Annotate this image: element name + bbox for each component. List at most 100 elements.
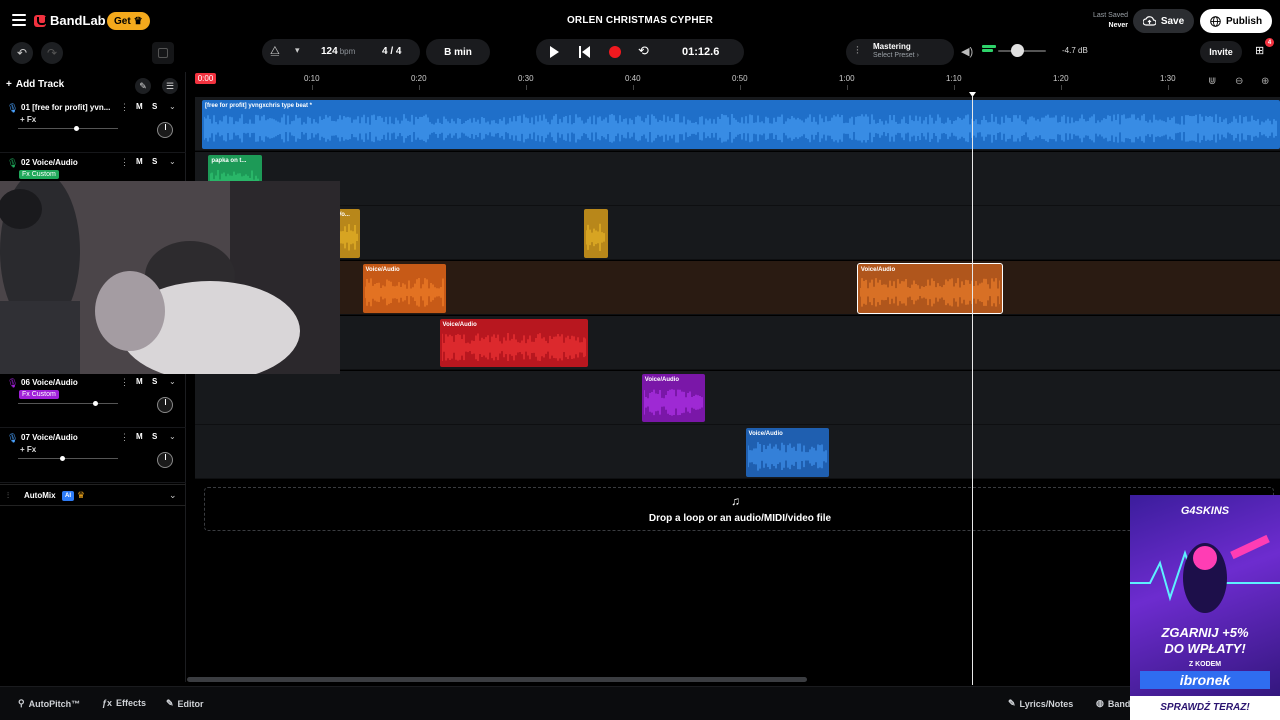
audio-region[interactable]: Voice/Audio <box>439 318 589 368</box>
audio-region[interactable]: Voice/Audio <box>641 373 705 423</box>
redo-button[interactable]: ↷ <box>41 42 63 64</box>
autopitch-button[interactable]: ⚲ AutoPitch™ <box>18 698 80 709</box>
mute-button[interactable]: M <box>136 432 143 441</box>
add-track-button[interactable]: + Add Track <box>6 79 64 90</box>
audio-region[interactable] <box>583 209 608 259</box>
save-label: Save <box>1160 15 1185 27</box>
track-name[interactable]: 06 Voice/Audio <box>21 378 78 387</box>
track-volume-slider[interactable] <box>18 401 118 406</box>
pan-knob[interactable] <box>157 397 173 413</box>
track-header[interactable]: 🎙 01 [free for profit] yvn... ⋮ M S ⌄ + Fx <box>0 98 186 153</box>
automix-label: AutoMix <box>24 491 56 500</box>
loop-icon[interactable]: ⟲ <box>638 43 649 59</box>
grid-toggle-button[interactable] <box>152 42 174 64</box>
transport-bar: ↶ ↷ ⧋ ▾ 124 bpm 4 / 4 B min ⟲ 01:12.6 ⫶ M… <box>0 38 1280 68</box>
bpm-value[interactable]: 124 bpm <box>321 46 355 57</box>
mute-button[interactable]: M <box>136 377 143 386</box>
pan-knob[interactable] <box>157 122 173 138</box>
track-lane[interactable] <box>195 261 1280 316</box>
track-volume-knob[interactable] <box>93 401 98 406</box>
mute-button[interactable]: M <box>136 102 143 111</box>
hamburger-menu-icon[interactable] <box>12 14 26 26</box>
solo-button[interactable]: S <box>152 377 157 386</box>
region-label: Voice/Audio <box>860 267 896 274</box>
key-selector[interactable]: B min <box>426 39 490 65</box>
metronome-icon[interactable]: ⧋ <box>270 45 280 58</box>
chevron-down-icon[interactable]: ⌄ <box>169 432 176 441</box>
invite-button[interactable]: Invite <box>1200 41 1242 63</box>
more-options-icon[interactable]: ⋮ <box>120 102 129 113</box>
track-lane[interactable] <box>195 315 1280 370</box>
playhead[interactable] <box>972 95 973 685</box>
track-name[interactable]: 01 [free for profit] yvn... <box>21 103 110 112</box>
mixer-icon[interactable]: ☰ <box>162 78 178 94</box>
bandlab-logo[interactable]: BandLab <box>34 13 106 28</box>
editor-button[interactable]: ✎ Editor <box>166 698 204 709</box>
chevron-down-icon[interactable]: ⌄ <box>169 157 176 166</box>
pan-knob[interactable] <box>157 452 173 468</box>
track-name[interactable]: 07 Voice/Audio <box>21 433 78 442</box>
advertisement-banner[interactable]: G4SKINS ZGARNIJ +5% DO WPŁATY! Z KODEM i… <box>1130 495 1280 720</box>
chevron-down-icon[interactable]: ⌄ <box>169 490 177 501</box>
snap-magnet-icon[interactable]: ⋓ <box>1208 76 1216 87</box>
record-icon[interactable] <box>609 46 621 58</box>
solo-button[interactable]: S <box>152 102 157 111</box>
save-button[interactable]: Save <box>1133 9 1194 33</box>
ad-headline-2: DO WPŁATY! <box>1164 641 1246 656</box>
track-header[interactable]: 🎙 07 Voice/Audio ⋮ M S ⌄ + Fx <box>0 428 186 483</box>
track-volume-slider[interactable] <box>18 126 118 131</box>
track-volume-knob[interactable] <box>60 456 65 461</box>
chevron-down-icon[interactable]: ⌄ <box>169 102 176 111</box>
ruler-tick-label: 0:10 <box>304 74 320 83</box>
track-lane[interactable] <box>195 425 1280 480</box>
autopitch-icon: ⚲ <box>18 698 25 708</box>
get-membership-button[interactable]: Get ♛ <box>107 12 150 30</box>
solo-button[interactable]: S <box>152 157 157 166</box>
skip-to-start-icon[interactable] <box>579 46 591 58</box>
publish-button[interactable]: Publish <box>1200 9 1272 33</box>
zoom-in-icon[interactable]: ⊕ <box>1261 76 1269 87</box>
track-name[interactable]: 02 Voice/Audio <box>21 158 78 167</box>
pencil-icon[interactable]: ✎ <box>135 78 151 94</box>
more-options-icon[interactable]: ⋮ <box>120 432 129 443</box>
track-lane[interactable] <box>195 151 1280 206</box>
drop-zone[interactable]: ♫ Drop a loop or an audio/MIDI/video fil… <box>204 487 1274 531</box>
ad-cta-button[interactable]: SPRAWDŹ TERAZ! <box>1130 696 1280 720</box>
webcam-overlay <box>0 181 340 374</box>
add-fx-button[interactable]: + Fx <box>20 445 36 454</box>
zoom-out-icon[interactable]: ⊖ <box>1235 76 1243 87</box>
gift-icon[interactable]: ⊞ <box>1255 44 1267 57</box>
project-title[interactable]: ORLEN CHRISTMAS CYPHER <box>440 15 840 26</box>
track-volume-knob[interactable] <box>74 126 79 131</box>
lyrics-notes-button[interactable]: ✎ Lyrics/Notes <box>1008 698 1073 709</box>
undo-button[interactable]: ↶ <box>11 42 33 64</box>
mute-button[interactable]: M <box>136 157 143 166</box>
more-options-icon[interactable]: ⋮ <box>120 157 129 168</box>
timeline-ruler[interactable]: 0:00 0:10 0:20 0:30 0:40 0:50 1:00 1:10 1:20 1:3… <box>195 72 1280 92</box>
fx-preset-badge[interactable]: Fx Custom <box>19 170 59 179</box>
automix-row[interactable]: ⫶ AutoMix AI ♛ ⌄ <box>0 484 186 506</box>
effects-button[interactable]: ƒx Effects <box>102 698 146 708</box>
chevron-down-icon[interactable]: ⌄ <box>169 377 176 386</box>
fx-preset-badge[interactable]: Fx Custom <box>19 390 59 399</box>
chevron-down-icon[interactable]: ▾ <box>295 45 300 56</box>
audio-region[interactable]: [free for profit] yvngxchris type beat * <box>202 100 1280 149</box>
master-volume-knob[interactable] <box>1011 44 1025 57</box>
audio-region[interactable]: Voice/Audio <box>745 428 829 477</box>
add-fx-button[interactable]: + Fx <box>20 115 36 124</box>
audio-region[interactable]: Voice/Audio <box>856 263 1004 314</box>
horizontal-scrollbar[interactable] <box>187 677 807 682</box>
more-options-icon[interactable]: ⋮ <box>120 377 129 388</box>
time-signature[interactable]: 4 / 4 <box>382 46 401 57</box>
bandmates-button[interactable]: ◍ Band <box>1096 698 1130 709</box>
volume-icon[interactable]: ◀) <box>961 45 973 58</box>
master-volume-db: -4.7 dB <box>1062 46 1088 55</box>
audio-region[interactable]: Voice/Audio <box>362 264 446 313</box>
mastering-button[interactable]: ⫶ Mastering Select Preset › <box>846 39 954 65</box>
solo-button[interactable]: S <box>152 432 157 441</box>
track-volume-slider[interactable] <box>18 456 118 461</box>
ruler-tick-label: 1:00 <box>839 74 855 83</box>
play-icon[interactable] <box>550 46 559 58</box>
track-header[interactable]: 🎙 06 Voice/Audio ⋮ M S ⌄ Fx Custom <box>0 373 186 428</box>
track-lane[interactable] <box>195 370 1280 425</box>
